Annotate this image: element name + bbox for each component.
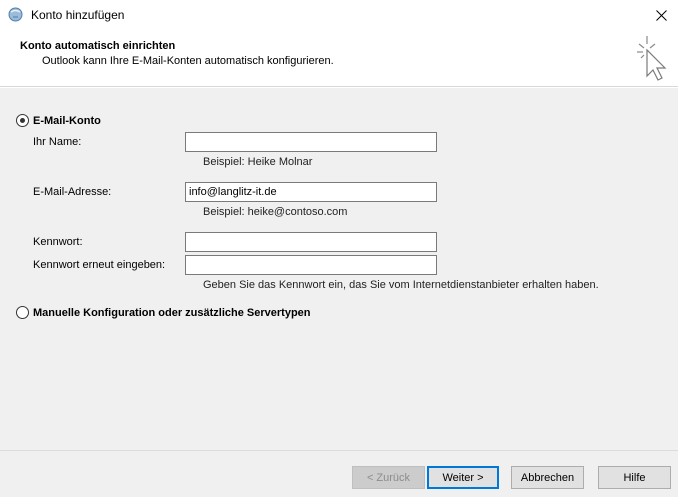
- name-hint: Beispiel: Heike Molnar: [203, 156, 313, 168]
- close-icon: [655, 9, 667, 21]
- help-button[interactable]: Hilfe: [598, 466, 671, 489]
- cancel-button[interactable]: Abbrechen: [511, 466, 584, 489]
- close-button[interactable]: [644, 0, 678, 30]
- name-label: Ihr Name:: [33, 136, 82, 148]
- email-account-radio[interactable]: [16, 114, 29, 127]
- cursor-sparkle-icon: [637, 36, 667, 81]
- main-panel: E-Mail-Konto Ihr Name: Beispiel: Heike M…: [0, 88, 678, 450]
- manual-config-label[interactable]: Manuelle Konfiguration oder zusätzliche …: [33, 307, 311, 319]
- email-input[interactable]: [185, 182, 437, 202]
- next-button[interactable]: Weiter >: [427, 466, 499, 489]
- password-repeat-input[interactable]: [185, 255, 437, 275]
- manual-config-radio[interactable]: [16, 306, 29, 319]
- password-label: Kennwort:: [33, 236, 83, 248]
- page-subtitle: Outlook kann Ihre E-Mail-Konten automati…: [42, 55, 334, 67]
- back-button[interactable]: < Zurück: [352, 466, 425, 489]
- title-bar: Konto hinzufügen: [0, 0, 678, 30]
- password-repeat-label: Kennwort erneut eingeben:: [33, 259, 166, 271]
- page-title: Konto automatisch einrichten: [20, 40, 176, 52]
- outlook-app-icon: [8, 7, 23, 22]
- email-label: E-Mail-Adresse:: [33, 186, 112, 198]
- password-hint: Geben Sie das Kennwort ein, das Sie vom …: [203, 279, 599, 291]
- button-bar: < Zurück Weiter > Abbrechen Hilfe: [0, 450, 678, 497]
- email-hint: Beispiel: heike@contoso.com: [203, 206, 348, 218]
- window-title: Konto hinzufügen: [31, 8, 125, 22]
- name-input[interactable]: [185, 132, 437, 152]
- email-account-label[interactable]: E-Mail-Konto: [33, 115, 101, 127]
- password-input[interactable]: [185, 232, 437, 252]
- wizard-header: Konto automatisch einrichten Outlook kan…: [0, 30, 678, 87]
